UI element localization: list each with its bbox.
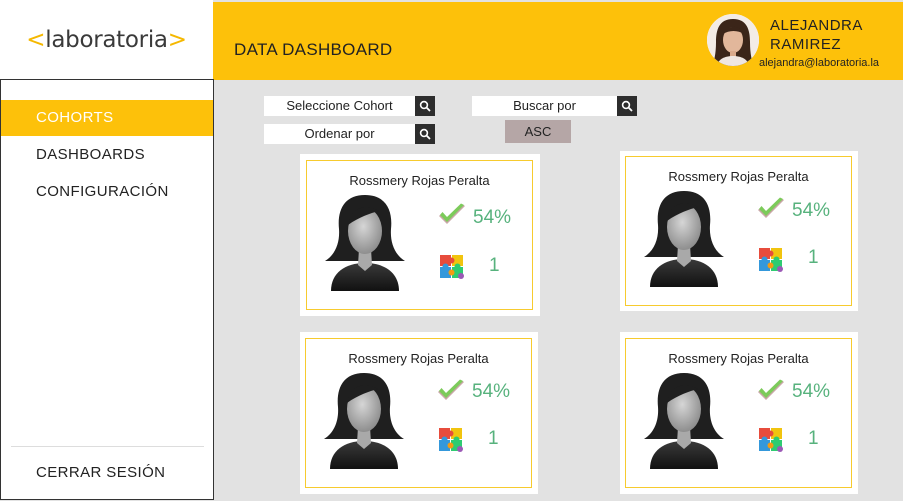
- student-name: Rossmery Rojas Peralta: [348, 351, 489, 366]
- user-silhouette-icon: [638, 369, 730, 469]
- student-percentage: 54%: [792, 381, 831, 402]
- search-icon: [419, 128, 431, 140]
- logout-button[interactable]: CERRAR SESIÓN: [36, 464, 165, 481]
- sidebar-divider: [11, 446, 204, 447]
- header: DATA DASHBOARD ALEJANDRA RAMIREZ alejand…: [213, 2, 903, 80]
- cohort-search-button[interactable]: [415, 96, 435, 116]
- student-card-frame: Rossmery Rojas Peralta 54% 1: [625, 338, 852, 488]
- search-icon: [419, 100, 431, 112]
- logo[interactable]: <laboratoria>: [26, 27, 187, 53]
- user-last-name: RAMIREZ: [770, 36, 841, 53]
- order-select[interactable]: Ordenar por: [264, 124, 435, 144]
- student-card-frame: Rossmery Rojas Peralta 54% 1: [625, 156, 852, 306]
- student-percentage: 54%: [472, 381, 511, 402]
- search-input[interactable]: Buscar por: [472, 96, 637, 116]
- student-count: 1: [489, 255, 500, 276]
- user-name: ALEJANDRA RAMIREZ: [770, 16, 863, 54]
- user-silhouette-icon: [319, 191, 411, 291]
- student-card[interactable]: Rossmery Rojas Peralta 54% 1: [300, 154, 540, 316]
- sidebar-item-cohorts[interactable]: COHORTS: [1, 100, 213, 136]
- student-card-frame: Rossmery Rojas Peralta 54% 1: [306, 160, 533, 310]
- avatar[interactable]: [707, 14, 759, 66]
- order-search-button[interactable]: [415, 124, 435, 144]
- check-icon: [436, 379, 466, 403]
- student-percentage: 54%: [473, 207, 512, 228]
- puzzle-icon: [439, 254, 465, 280]
- sidebar: COHORTS DASHBOARDS CONFIGURACIÓN CERRAR …: [0, 79, 214, 500]
- check-icon: [437, 203, 467, 227]
- cohort-select[interactable]: Seleccione Cohort: [264, 96, 435, 116]
- check-icon: [756, 197, 786, 221]
- logo-bracket-close: >: [167, 27, 187, 53]
- student-count: 1: [488, 428, 499, 449]
- student-name: Rossmery Rojas Peralta: [668, 169, 809, 184]
- user-silhouette-icon: [318, 369, 410, 469]
- sidebar-item-dashboards[interactable]: DASHBOARDS: [1, 137, 213, 173]
- logo-area: <laboratoria>: [0, 0, 213, 80]
- puzzle-icon: [758, 427, 784, 453]
- student-card[interactable]: Rossmery Rojas Peralta 54% 1: [300, 332, 538, 494]
- search-input-label: Buscar por: [513, 98, 576, 113]
- order-select-label: Ordenar por: [304, 126, 375, 141]
- puzzle-icon: [438, 427, 464, 453]
- sidebar-item-configuracion[interactable]: CONFIGURACIÓN: [1, 174, 213, 210]
- page-title: DATA DASHBOARD: [234, 40, 393, 59]
- user-silhouette-icon: [638, 187, 730, 287]
- check-icon: [756, 379, 786, 403]
- student-card-frame: Rossmery Rojas Peralta 54% 1: [305, 338, 532, 488]
- student-card[interactable]: Rossmery Rojas Peralta 54% 1: [620, 151, 858, 311]
- avatar-photo: [707, 14, 759, 66]
- logo-text: laboratoria: [45, 27, 168, 53]
- logo-bracket-open: <: [26, 27, 46, 53]
- student-name: Rossmery Rojas Peralta: [668, 351, 809, 366]
- student-percentage: 54%: [792, 200, 831, 221]
- search-icon: [621, 100, 633, 112]
- student-count: 1: [808, 428, 819, 449]
- user-email: alejandra@laboratoria.la: [759, 57, 880, 69]
- student-card[interactable]: Rossmery Rojas Peralta 54% 1: [620, 332, 858, 494]
- user-first-name: ALEJANDRA: [770, 17, 863, 34]
- cohort-select-label: Seleccione Cohort: [286, 98, 393, 113]
- student-name: Rossmery Rojas Peralta: [349, 173, 490, 188]
- puzzle-icon: [758, 247, 784, 273]
- search-button[interactable]: [617, 96, 637, 116]
- asc-sort-button[interactable]: ASC: [505, 120, 571, 143]
- student-count: 1: [808, 247, 819, 268]
